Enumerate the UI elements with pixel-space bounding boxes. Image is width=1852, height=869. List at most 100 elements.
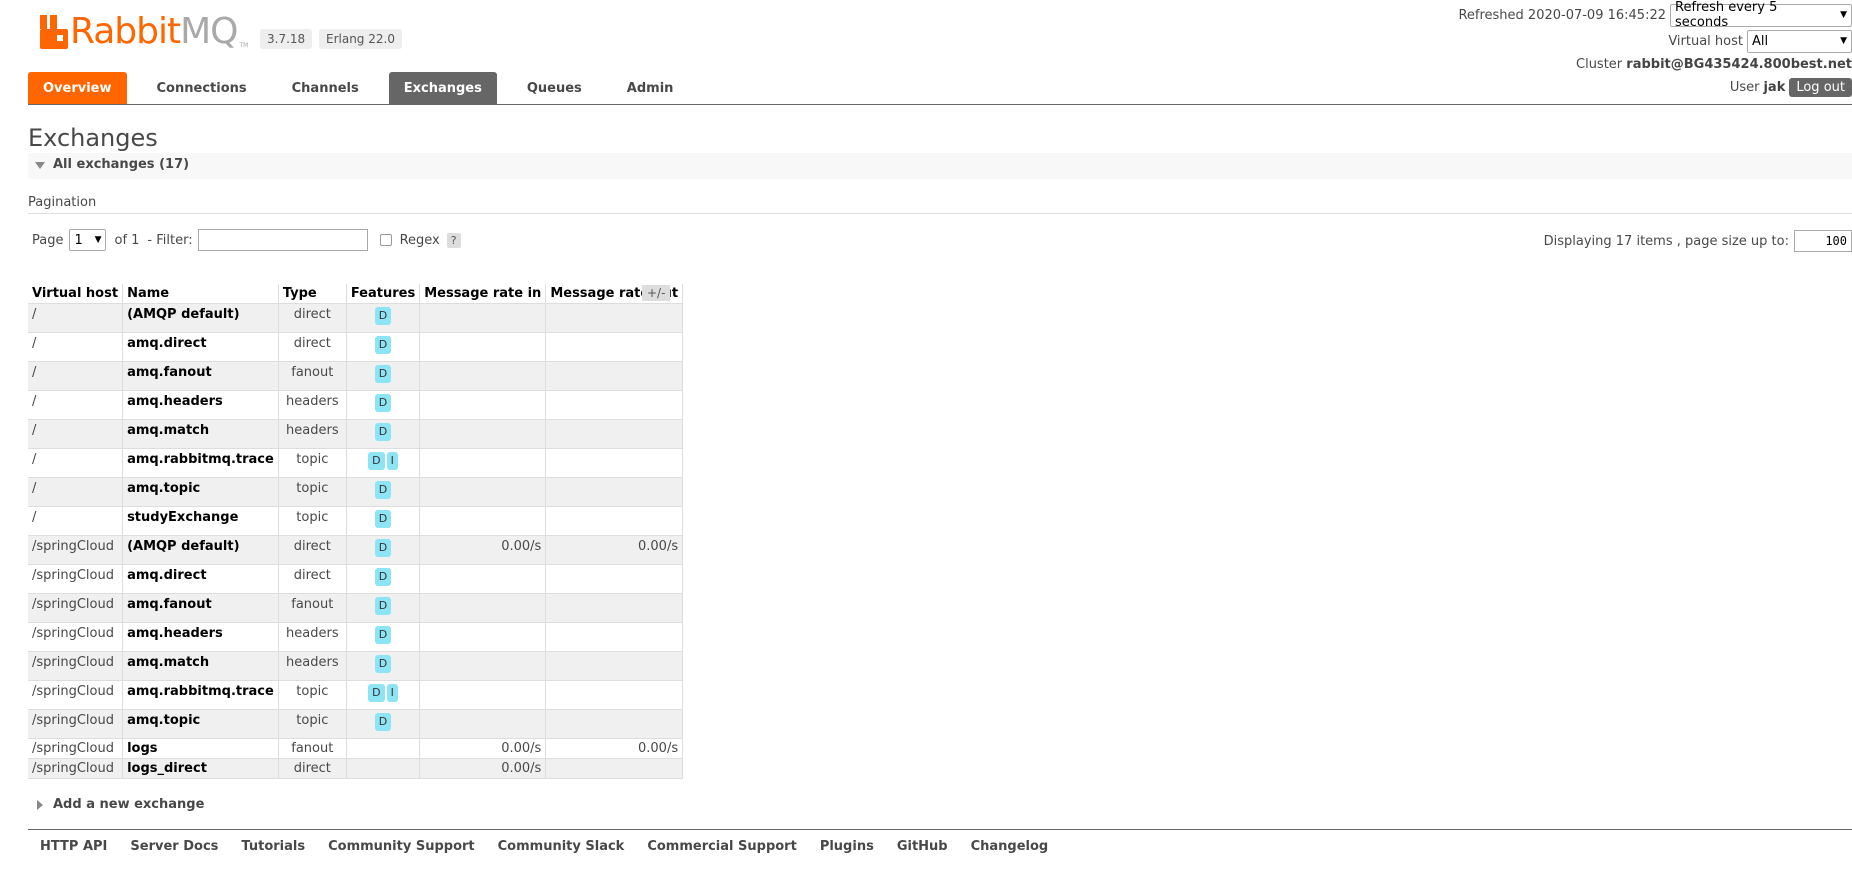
cell-type: headers [278,390,347,420]
tab-queues[interactable]: Queues [512,72,597,105]
table-row: / amq.direct direct D [28,332,684,362]
refresh-interval-value: Refresh every 5 seconds [1675,0,1778,30]
cell-features: D [346,593,421,623]
refresh-interval-select[interactable]: Refresh every 5 seconds ▼ [1670,0,1852,30]
col-type[interactable]: Type [278,284,347,304]
cell-message-rate-out [545,651,684,681]
page-title: Exchanges [28,124,158,152]
cell-exchange-name-link[interactable]: (AMQP default) [122,303,279,333]
page-select-value: 1 [74,232,83,248]
pagination-controls: Page 1 ▼ of 1 - Filter: Regex ? [32,229,461,251]
tab-channels[interactable]: Channels [277,72,374,105]
footer-link[interactable]: Server Docs [130,839,218,854]
cell-exchange-name-link[interactable]: (AMQP default) [122,535,279,565]
cell-exchange-name-link[interactable]: amq.rabbitmq.trace [122,680,279,710]
col-message-rate-in[interactable]: Message rate in [419,284,547,304]
cell-type: headers [278,419,347,449]
user-label: User [1729,80,1760,95]
footer-link[interactable]: Community Support [328,839,475,854]
cell-message-rate-out [545,709,684,739]
table-row: /springCloud logs_direct direct 0.00/s [28,758,684,779]
rabbitmq-logo[interactable]: Rabbit MQ TM [40,12,248,52]
feature-badge: D [374,712,392,731]
cell-type: direct [278,564,347,594]
regex-help-button[interactable]: ? [446,232,461,248]
cell-message-rate-in: 0.00/s [419,738,547,759]
caret-right-icon [37,799,43,810]
tab-admin[interactable]: Admin [612,72,689,105]
logo-word-rabbit: Rabbit [70,11,181,52]
tab-connections[interactable]: Connections [142,72,262,105]
cell-exchange-name-link[interactable]: logs_direct [122,758,279,779]
erlang-version-badge: Erlang 22.0 [319,29,402,49]
cell-exchange-name-link[interactable]: amq.topic [122,477,279,507]
cell-features: D [346,419,421,449]
cell-exchange-name-link[interactable]: amq.direct [122,332,279,362]
footer-link[interactable]: Community Slack [498,839,625,854]
cell-exchange-name-link[interactable]: logs [122,738,279,759]
cell-exchange-name-link[interactable]: amq.match [122,419,279,449]
page-select[interactable]: 1 ▼ [69,229,107,251]
table-row: /springCloud amq.headers headers D [28,622,684,652]
col-name[interactable]: Name [122,284,279,304]
cell-message-rate-out [545,448,684,478]
cell-virtual-host: /springCloud [28,622,124,652]
cell-type: headers [278,622,347,652]
cell-exchange-name-link[interactable]: amq.direct [122,564,279,594]
cell-message-rate-in [419,390,547,420]
feature-badge: D [374,335,392,354]
cell-features [346,758,421,779]
footer-link[interactable]: Plugins [820,839,874,854]
col-virtual-host[interactable]: Virtual host [28,284,124,304]
cell-exchange-name-link[interactable]: amq.fanout [122,593,279,623]
section-title: All exchanges (17) [53,157,190,172]
footer-divider [28,829,1852,830]
cell-exchange-name-link[interactable]: studyExchange [122,506,279,536]
virtual-host-select[interactable]: All ▼ [1747,29,1852,53]
all-exchanges-section-toggle[interactable]: All exchanges (17) [28,153,1852,179]
cell-type: direct [278,535,347,565]
feature-badge: D [374,422,392,441]
footer-link[interactable]: Commercial Support [647,839,797,854]
footer-link[interactable]: GitHub [897,839,948,854]
cell-exchange-name-link[interactable]: amq.headers [122,390,279,420]
cell-exchange-name-link[interactable]: amq.headers [122,622,279,652]
cell-type: topic [278,680,347,710]
cell-exchange-name-link[interactable]: amq.rabbitmq.trace [122,448,279,478]
table-row: /springCloud amq.direct direct D [28,564,684,594]
page-size-input[interactable] [1794,230,1852,252]
feature-badge: D [374,480,392,499]
cell-type: fanout [278,738,347,759]
cell-message-rate-out: 0.00/s [545,738,684,759]
cell-exchange-name-link[interactable]: amq.match [122,651,279,681]
table-row: / amq.topic topic D [28,477,684,507]
filter-label: - Filter: [147,232,193,248]
cell-features: D [346,564,421,594]
feature-badge: D [368,451,385,470]
footer-link[interactable]: Changelog [971,839,1049,854]
regex-checkbox[interactable] [379,234,392,246]
footer-link[interactable]: Tutorials [241,839,305,854]
cell-message-rate-in [419,361,547,391]
cell-exchange-name-link[interactable]: amq.fanout [122,361,279,391]
add-exchange-section-toggle[interactable]: Add a new exchange [37,797,204,812]
cell-exchange-name-link[interactable]: amq.topic [122,709,279,739]
cell-features: D [346,477,421,507]
cell-virtual-host: /springCloud [28,535,124,565]
cell-features: D [346,709,421,739]
tab-overview[interactable]: Overview [28,72,127,105]
filter-input[interactable] [197,229,368,251]
version-badge: 3.7.18 [260,29,313,49]
tab-exchanges[interactable]: Exchanges [388,72,497,105]
logout-button[interactable]: Log out [1789,78,1852,97]
feature-badge: D [374,596,392,615]
cell-type: topic [278,709,347,739]
feature-badge: D [374,509,392,528]
footer-link[interactable]: HTTP API [40,839,107,854]
table-row: /springCloud amq.rabbitmq.trace topic D I [28,680,684,710]
toggle-columns-button[interactable]: +/- [642,285,671,301]
table-header-row: Virtual host Name Type Features Message … [28,284,684,304]
cell-message-rate-out [545,680,684,710]
cell-virtual-host: / [28,390,124,420]
cell-message-rate-in: 0.00/s [419,535,547,565]
